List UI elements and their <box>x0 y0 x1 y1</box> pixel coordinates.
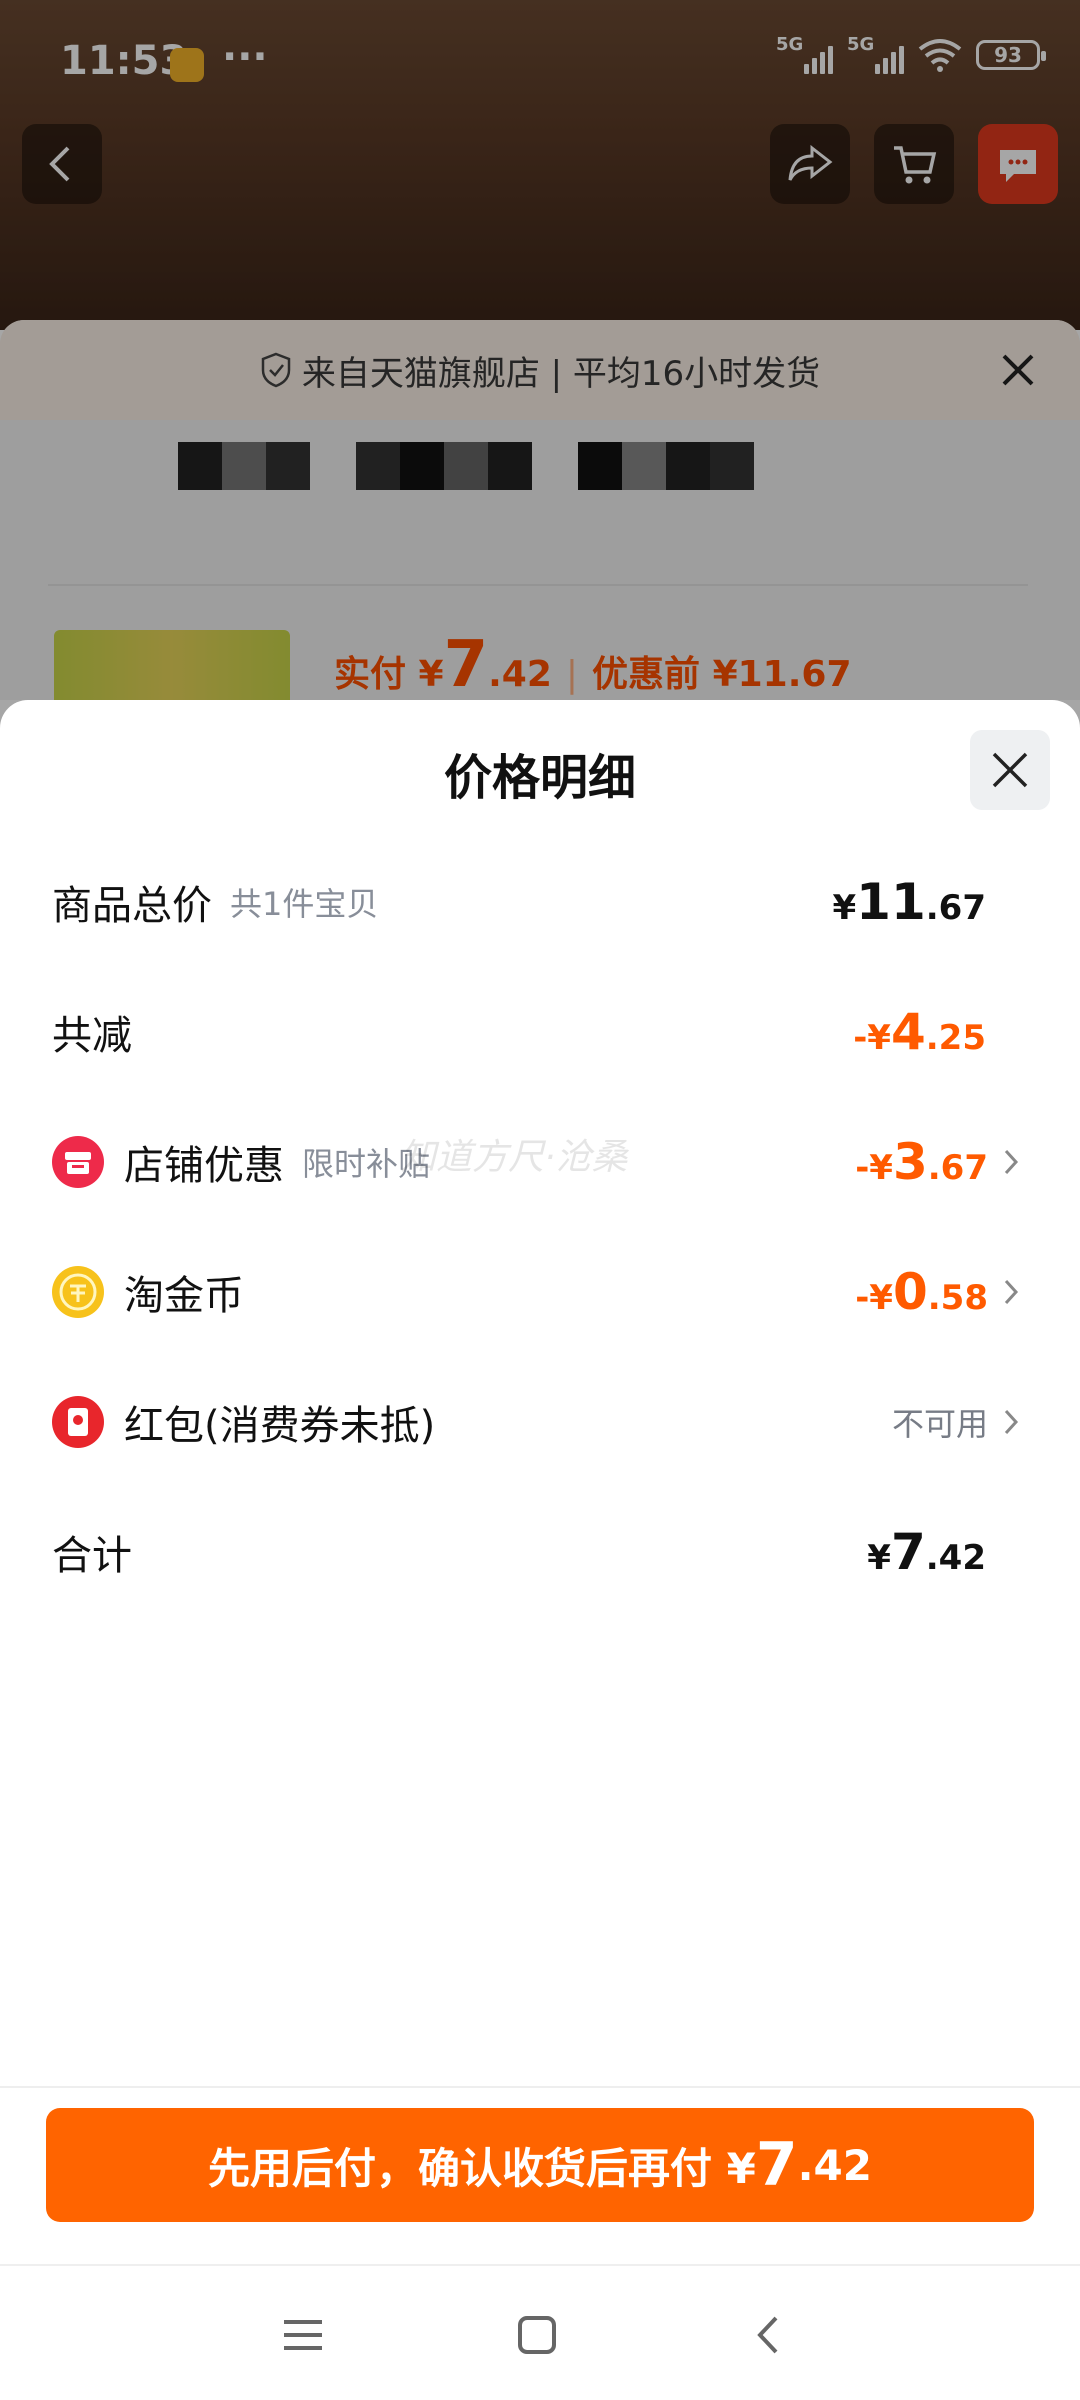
watermark: 知道方尺·沧桑 <box>400 1137 628 1178</box>
row-red-packet[interactable]: 红包(消费券未抵) 不可用 <box>52 1382 1022 1462</box>
chevron-right-icon <box>1004 1409 1019 1435</box>
close-icon <box>992 752 1028 788</box>
discount-amount: -¥4.25 <box>853 1003 986 1061</box>
taojinbi-amount: -¥0.58 <box>855 1263 988 1321</box>
store-discount-icon <box>52 1136 104 1188</box>
divider <box>0 2086 1080 2088</box>
grand-total-amount: ¥7.42 <box>867 1523 986 1581</box>
pay-later-button[interactable]: 先用后付，确认收货后再付 ¥7.42 <box>46 2108 1034 2222</box>
red-packet-status: 不可用 <box>891 1405 988 1443</box>
red-packet-icon <box>52 1396 104 1448</box>
gold-coin-icon <box>52 1266 104 1318</box>
chevron-right-icon <box>1004 1149 1019 1175</box>
home-icon[interactable] <box>512 2310 562 2360</box>
row-taojinbi[interactable]: 淘金币 -¥0.58 <box>52 1252 1022 1332</box>
row-total-discount: 共减 -¥4.25 <box>52 1003 986 1061</box>
close-button[interactable] <box>970 730 1050 810</box>
back-icon[interactable] <box>744 2310 794 2360</box>
total-price-amount: ¥11.67 <box>832 873 987 931</box>
row-total-price: 商品总价 共1件宝贝 ¥11.67 <box>52 873 987 931</box>
chevron-right-icon <box>1004 1279 1019 1305</box>
system-nav-bar <box>0 2266 1080 2400</box>
store-discount-amount: -¥3.67 <box>855 1133 988 1191</box>
menu-icon[interactable] <box>278 2310 328 2360</box>
modal-title: 价格明细 <box>443 750 636 806</box>
row-grand-total: 合计 ¥7.42 <box>52 1523 986 1581</box>
